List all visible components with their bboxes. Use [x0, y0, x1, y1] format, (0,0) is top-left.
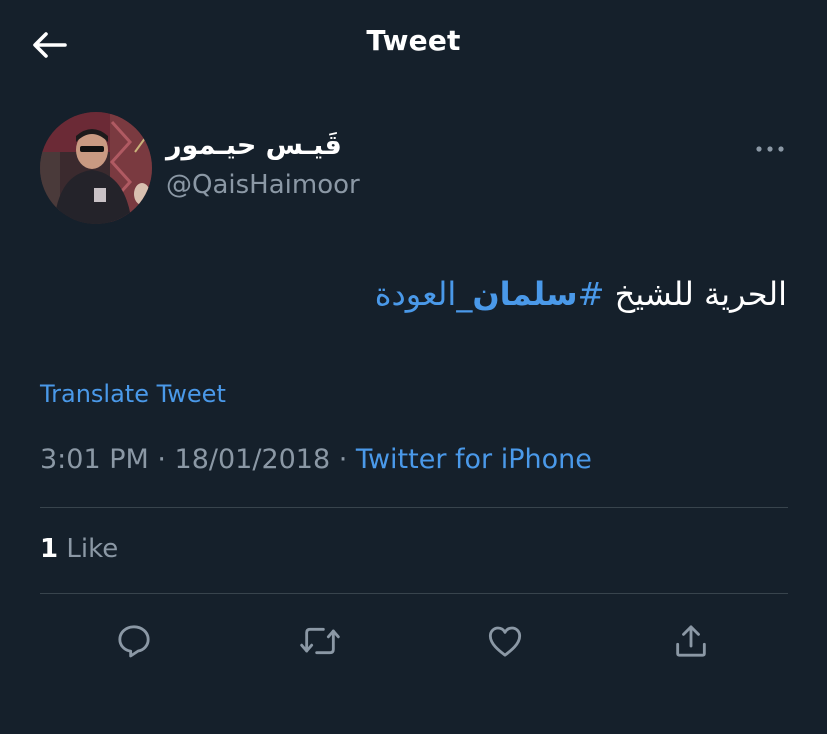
tweet-metadata: 3:01 PM · 18/01/2018 · Twitter for iPhon…: [40, 444, 592, 475]
author-handle[interactable]: @QaisHaimoor: [166, 170, 360, 200]
top-bar: Tweet: [0, 0, 827, 90]
retweet-button[interactable]: [297, 618, 343, 664]
like-count: 1: [40, 534, 59, 564]
hashtag-rest: _العودة: [374, 275, 473, 313]
author-display-name[interactable]: قَيـس حيـمور: [166, 130, 342, 161]
tweet-date: 18/01/2018: [174, 444, 331, 475]
retweet-icon: [300, 627, 340, 655]
meta-separator: ·: [148, 444, 175, 475]
more-options-button[interactable]: [748, 134, 792, 164]
likes-stat[interactable]: 1 Like: [40, 534, 118, 564]
hashtag-mark: #: [577, 275, 605, 313]
share-icon: [676, 625, 706, 657]
divider: [40, 593, 788, 594]
reply-button[interactable]: [111, 618, 157, 664]
hashtag-link[interactable]: #سلمان_العودة: [375, 275, 605, 313]
divider: [40, 507, 788, 508]
tweet-time: 3:01 PM: [40, 444, 149, 475]
heart-icon: [488, 626, 522, 657]
ellipsis-icon: [756, 146, 784, 152]
avatar[interactable]: [40, 112, 152, 224]
like-button[interactable]: [482, 618, 528, 664]
tweet-text: الحرية للشيخ #سلمان_العودة: [375, 275, 787, 313]
hashtag-bold-part: سلمان: [472, 275, 578, 313]
meta-separator: ·: [330, 444, 356, 475]
tweet-text-prefix: الحرية للشيخ: [614, 275, 787, 313]
tweet-source-link[interactable]: Twitter for iPhone: [356, 444, 592, 475]
page-title: Tweet: [366, 24, 461, 57]
user-avatar-image: [40, 112, 152, 224]
like-label: Like: [58, 534, 119, 564]
share-button[interactable]: [668, 618, 714, 664]
translate-tweet-link[interactable]: Translate Tweet: [40, 380, 226, 408]
reply-icon: [118, 625, 150, 658]
